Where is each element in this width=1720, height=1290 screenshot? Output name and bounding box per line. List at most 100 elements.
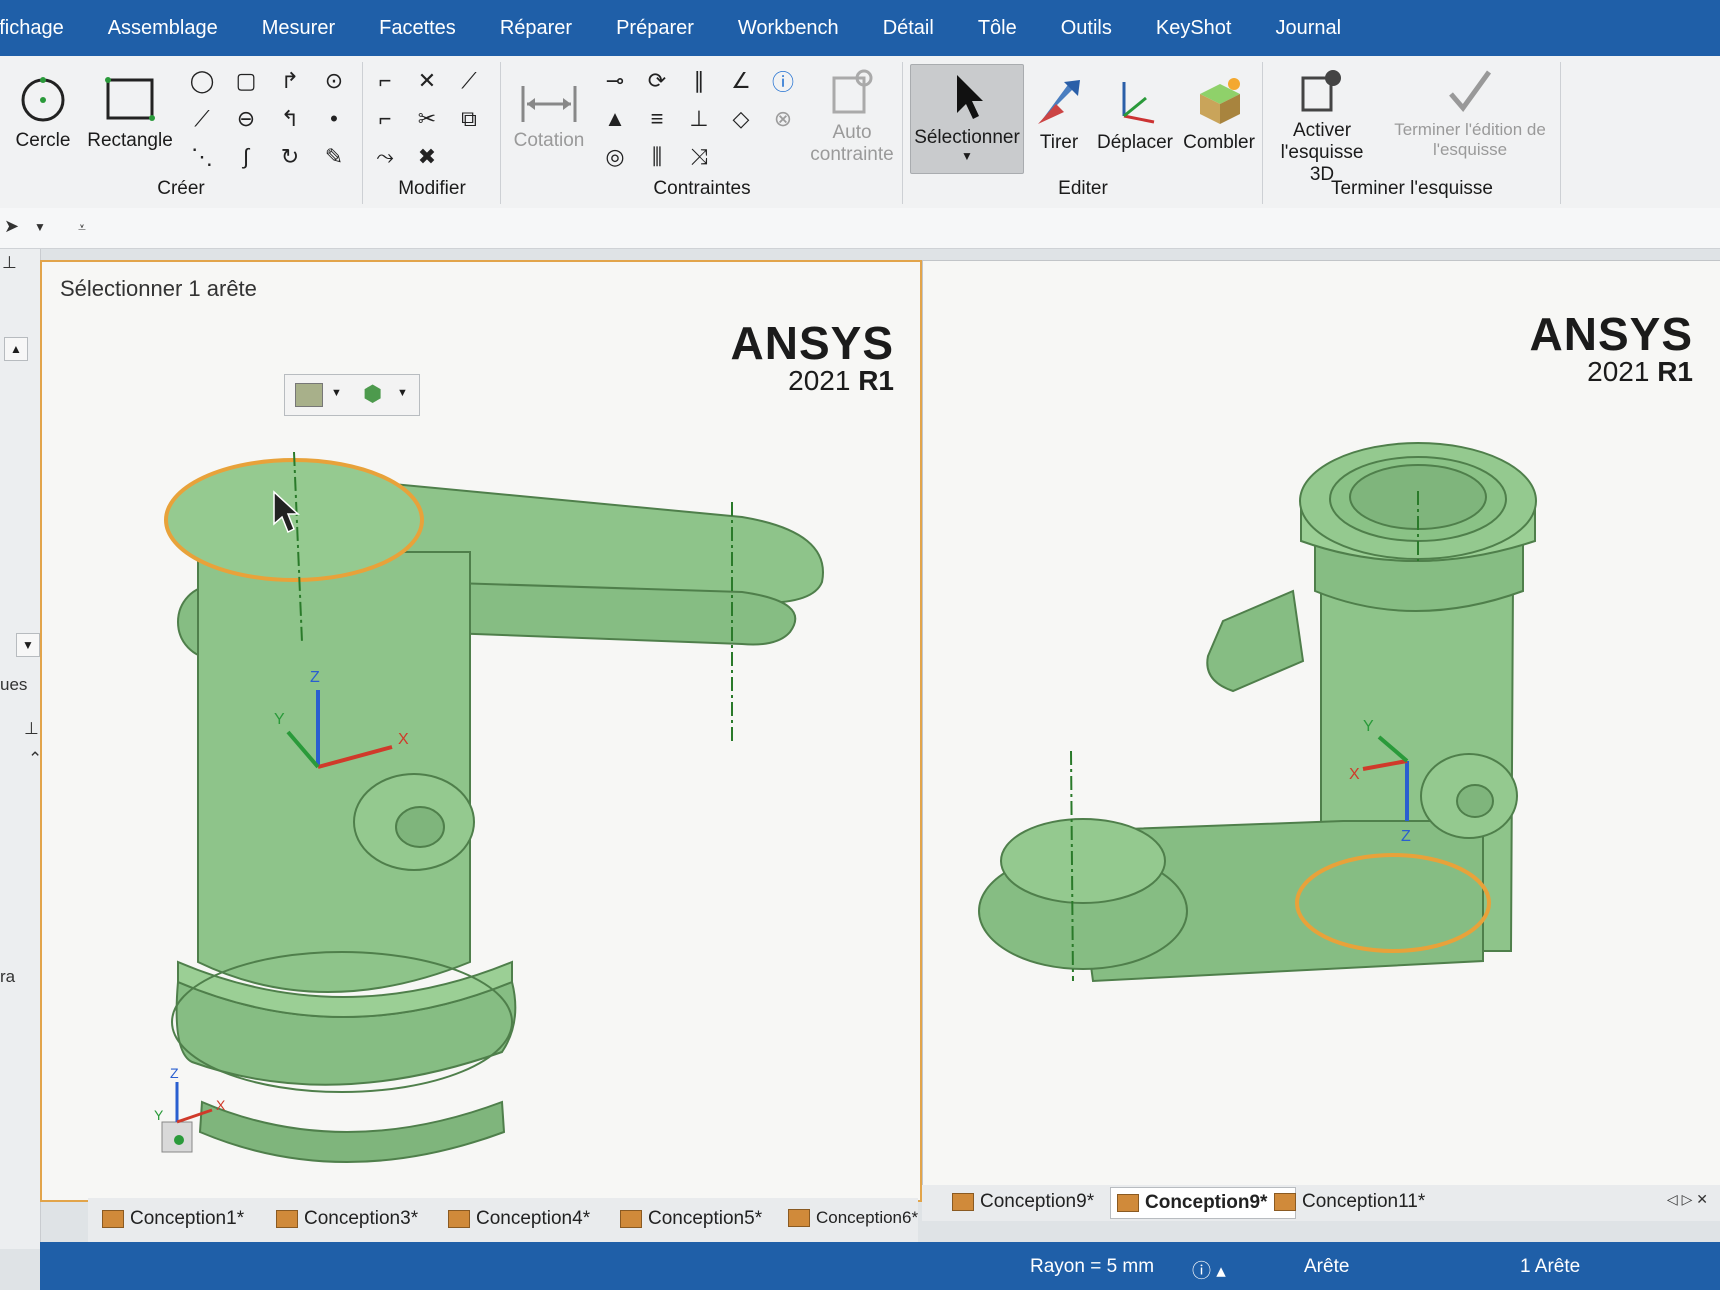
line-icon[interactable]: ⟋ [180, 100, 224, 138]
info-icon[interactable]: ⓘ [762, 62, 804, 100]
menu-tole[interactable]: Tôle [956, 17, 1039, 40]
vertical-constraint-icon[interactable]: ⫼ [636, 138, 678, 176]
fixed-icon[interactable]: ▲ [594, 100, 636, 138]
spline-circle-icon[interactable]: ⊙ [312, 62, 356, 100]
menu-facettes[interactable]: Facettes [357, 17, 478, 40]
finish-sketch-button[interactable]: Terminer l'édition de l'esquisse [1382, 66, 1558, 160]
tangent-arc-icon[interactable]: ↰ [268, 100, 312, 138]
select-button[interactable]: Sélectionner ▼ [910, 64, 1024, 174]
bend-icon[interactable]: ⤳ [364, 138, 406, 176]
doc-tab-label: Conception1* [130, 1208, 245, 1229]
viewport-left[interactable]: Sélectionner 1 arête ANSYS 2021 R1 ▼ ⬢ ▼ [40, 260, 922, 1202]
viewport-right[interactable]: ANSYS 2021 R1 Z X Y [922, 260, 1720, 1200]
menu-reparer[interactable]: Réparer [478, 17, 594, 40]
move-icon [1122, 82, 1155, 124]
doc-tab[interactable]: Conception5* [620, 1208, 762, 1230]
menu-mesurer[interactable]: Mesurer [240, 17, 357, 40]
delete-constraint-icon[interactable]: ⊗ [762, 100, 804, 138]
doc-tab[interactable]: Conception9* [952, 1191, 1094, 1213]
faucet-model-right[interactable]: Z X Y [923, 261, 1720, 1199]
arc-icon[interactable]: ↱ [268, 62, 312, 100]
parallel-icon[interactable]: ∥ [678, 62, 720, 100]
group-editer: Sélectionner ▼ Tirer Déplacer Combler Ed… [904, 62, 1263, 204]
rectangle-label: Rectangle [87, 130, 173, 151]
face-curve-icon[interactable]: ✎ [312, 138, 356, 176]
cotation-button[interactable]: Cotation [508, 82, 590, 152]
menu-workbench[interactable]: Workbench [716, 17, 861, 40]
pull-label: Tirer [1039, 132, 1079, 153]
radius-readout: Rayon = 5 mm [1030, 1256, 1155, 1277]
tab-next-icon[interactable]: ▷ [1682, 1191, 1693, 1207]
doc-tab[interactable]: Conception11* [1274, 1191, 1425, 1213]
point-icon[interactable]: • [312, 100, 356, 138]
document-tabs-left: Conception1* Conception3* Conception4* C… [88, 1198, 918, 1242]
angle-constraint-icon[interactable]: ∠ [720, 62, 762, 100]
menu-outils[interactable]: Outils [1039, 17, 1134, 40]
menu-affichage[interactable]: ffichage [0, 17, 86, 40]
tangent-constraint-icon[interactable]: ⟳ [636, 62, 678, 100]
pointer-icon[interactable]: ➤ [4, 216, 19, 237]
select-arrow-icon [957, 75, 983, 119]
doc-tab[interactable]: Conception1* [102, 1208, 244, 1230]
status-bar: Rayon = 5 mm ⓘ ▴ Arête 1 Arête [40, 1242, 1720, 1290]
copy-icon[interactable]: ⧉ [448, 100, 490, 138]
ellipse-icon[interactable]: ◯ [180, 62, 224, 100]
symmetric-icon[interactable]: ◇ [720, 100, 762, 138]
tab-prev-icon[interactable]: ◁ [1667, 1191, 1678, 1207]
faucet-model-left[interactable]: Z X Y Z X Y [42, 262, 920, 1200]
slot-icon[interactable]: ⊖ [224, 100, 268, 138]
design-icon [788, 1209, 810, 1227]
doc-tab[interactable]: Conception3* [276, 1208, 418, 1230]
rectangle-button[interactable]: Rectangle [84, 74, 176, 152]
selection-count[interactable]: 1 Arête [1520, 1256, 1580, 1278]
menu-detail[interactable]: Détail [861, 17, 956, 40]
pointer-dropdown-icon[interactable]: ▼ [34, 220, 46, 234]
move-button[interactable]: Déplacer [1094, 76, 1176, 154]
equal-icon[interactable]: ≡ [636, 100, 678, 138]
remove-icon[interactable]: ✖ [406, 138, 448, 176]
panel-tab-2[interactable]: ra [0, 967, 15, 987]
customize-toolbar-icon[interactable]: ⩡ [78, 219, 86, 236]
coincident-icon[interactable]: ⊸ [594, 62, 636, 100]
axis-z-label-right: Z [1401, 828, 1411, 845]
sweep-arc-icon[interactable]: ↻ [268, 138, 312, 176]
doc-tab-label: Conception3* [304, 1208, 419, 1229]
midpoint-icon[interactable]: ⤨ [678, 138, 720, 176]
polygon-icon[interactable]: ▢ [224, 62, 268, 100]
create-tools-grid: ◯ ▢ ↱ ⊙ ⟋ ⊖ ↰ • ⋱ ∫ ↻ ✎ [180, 62, 356, 176]
fillet-icon[interactable]: ⌐ [364, 62, 406, 100]
trim-icon[interactable]: ✕ [406, 62, 448, 100]
finish-label-1: Terminer l'édition de [1394, 120, 1546, 139]
circle-button[interactable]: Cercle [8, 74, 78, 152]
panel-tab-1[interactable]: ues [0, 675, 27, 695]
concentric-icon[interactable]: ◎ [594, 138, 636, 176]
fill-button[interactable]: Combler [1180, 76, 1258, 154]
info-icon[interactable]: ⓘ ▴ [1192, 1256, 1226, 1283]
doc-tab-label: Conception4* [476, 1208, 591, 1229]
perpendicular-icon[interactable]: ⊥ [678, 100, 720, 138]
menu-preparer[interactable]: Préparer [594, 17, 716, 40]
doc-tab[interactable]: Conception4* [448, 1208, 590, 1230]
menu-journal[interactable]: Journal [1253, 17, 1363, 40]
offset-icon[interactable]: ⟋ [448, 62, 490, 100]
activate-3d-sketch-button[interactable]: Activer l'esquisse 3D [1266, 66, 1378, 186]
split-icon[interactable]: ✂ [406, 100, 448, 138]
pin-icon-2[interactable]: ⊥ [24, 719, 39, 739]
doc-tab[interactable]: Conception6* [788, 1208, 918, 1228]
corner-icon[interactable]: ⌐ [364, 100, 406, 138]
pull-button[interactable]: Tirer [1026, 76, 1092, 154]
auto-constraint-button[interactable]: Auto contrainte [804, 68, 900, 166]
menu-assemblage[interactable]: Assemblage [86, 17, 240, 40]
scroll-down-button[interactable]: ▼ [16, 633, 40, 657]
fill-icon [1200, 78, 1240, 124]
spline-icon[interactable]: ∫ [224, 138, 268, 176]
pin-icon[interactable]: ⊥ [2, 253, 17, 273]
selection-type[interactable]: Arête [1304, 1256, 1349, 1278]
menu-keyshot[interactable]: KeyShot [1134, 17, 1254, 40]
fill-label: Combler [1183, 132, 1255, 153]
doc-tab-active[interactable]: Conception9*✕ [1110, 1187, 1297, 1219]
tab-close-icon[interactable]: ✕ [1696, 1191, 1708, 1207]
scroll-up-button[interactable]: ▲ [4, 337, 28, 361]
group-label-editer: Editer [1058, 178, 1108, 199]
construction-line-icon[interactable]: ⋱ [180, 138, 224, 176]
